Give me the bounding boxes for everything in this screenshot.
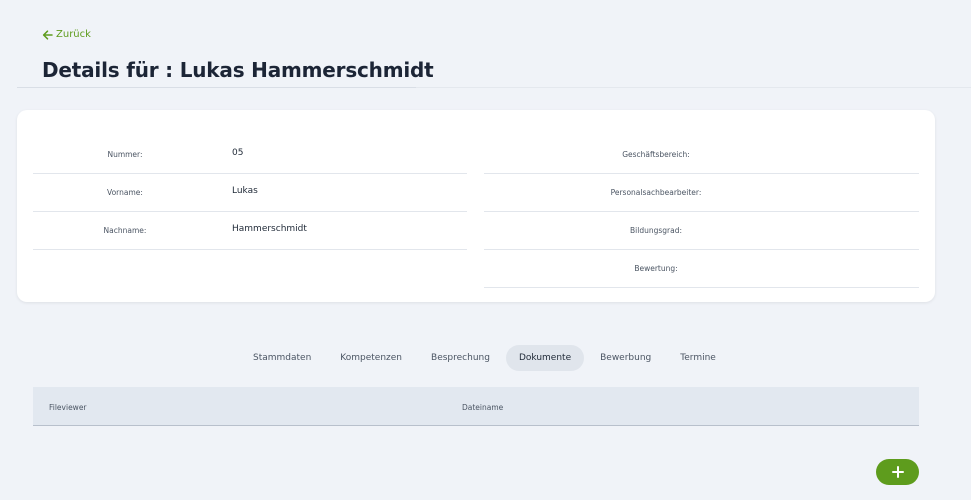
detail-row-vorname: Vorname: Lukas xyxy=(33,174,467,212)
tab-stammdaten[interactable]: Stammdaten xyxy=(240,345,324,371)
tab-bewerbung[interactable]: Bewerbung xyxy=(587,345,664,371)
detail-value: Hammerschmidt xyxy=(232,224,307,234)
tab-termine[interactable]: Termine xyxy=(667,345,729,371)
details-card: Nummer: 05 Vorname: Lukas Nachname: Hamm… xyxy=(17,110,935,302)
plus-icon xyxy=(891,466,904,478)
detail-row-nachname: Nachname: Hammerschmidt xyxy=(33,212,467,250)
tab-bar: Stammdaten Kompetenzen Besprechung Dokum… xyxy=(240,345,732,371)
detail-value: 05 xyxy=(232,148,244,158)
details-right-column: Geschäftsbereich: Personalsachbearbeiter… xyxy=(484,136,919,288)
detail-label: Bildungsgrad: xyxy=(630,226,682,235)
page-title: Details für : Lukas Hammerschmidt xyxy=(42,58,434,82)
tab-besprechung[interactable]: Besprechung xyxy=(418,345,503,371)
documents-table-header: Fileviewer Dateiname xyxy=(33,387,919,426)
detail-row-personalsachbearbeiter: Personalsachbearbeiter: xyxy=(484,174,919,212)
header-divider xyxy=(416,87,971,88)
back-label: Zurück xyxy=(56,29,91,40)
detail-row-bewertung: Bewertung: xyxy=(484,250,919,288)
details-left-column: Nummer: 05 Vorname: Lukas Nachname: Hamm… xyxy=(33,136,467,250)
title-divider xyxy=(17,87,416,88)
add-document-button[interactable] xyxy=(876,459,919,485)
detail-label: Nummer: xyxy=(107,150,143,159)
column-header-dateiname[interactable]: Dateiname xyxy=(462,403,503,412)
detail-label: Vorname: xyxy=(107,188,143,197)
detail-row-bildungsgrad: Bildungsgrad: xyxy=(484,212,919,250)
back-link[interactable]: Zurück xyxy=(42,29,91,40)
detail-label: Bewertung: xyxy=(634,264,678,273)
detail-label: Geschäftsbereich: xyxy=(622,150,690,159)
column-header-fileviewer[interactable]: Fileviewer xyxy=(49,403,87,412)
detail-row-geschaeftsbereich: Geschäftsbereich: xyxy=(484,136,919,174)
tab-dokumente[interactable]: Dokumente xyxy=(505,345,585,371)
tab-kompetenzen[interactable]: Kompetenzen xyxy=(327,345,415,371)
detail-row-nummer: Nummer: 05 xyxy=(33,136,467,174)
arrow-left-icon xyxy=(42,29,53,40)
detail-value: Lukas xyxy=(232,186,258,196)
detail-label: Personalsachbearbeiter: xyxy=(610,188,702,197)
detail-label: Nachname: xyxy=(103,226,147,235)
